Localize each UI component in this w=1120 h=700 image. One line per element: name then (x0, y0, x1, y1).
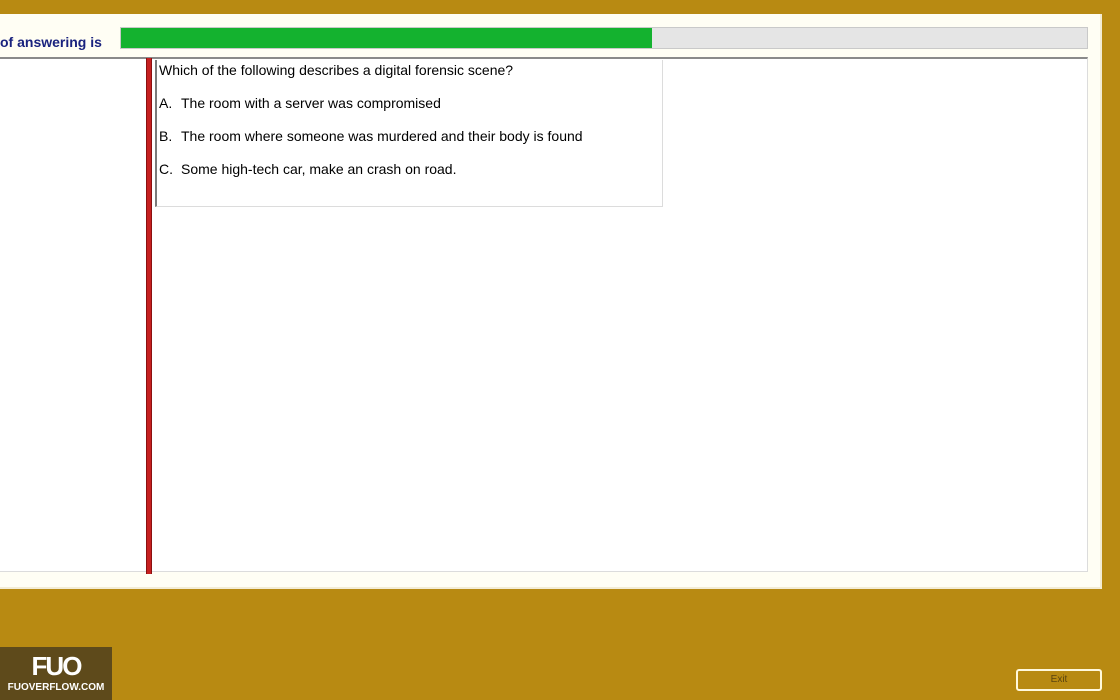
logo-text: FUOVERFLOW.COM (7, 682, 105, 693)
option-text: The room where someone was murdered and … (181, 128, 583, 144)
time-progress-bar (120, 27, 1088, 49)
question-box: Which of the following describes a digit… (155, 60, 663, 207)
watermark-logo: FUO FUOVERFLOW.COM (0, 647, 112, 700)
exit-button[interactable]: Exit (1016, 669, 1102, 691)
option-text: The room with a server was compromised (181, 95, 441, 111)
question-text: Which of the following describes a digit… (159, 62, 514, 78)
option-letter: B. (159, 128, 173, 144)
logo-mark: FUO (31, 651, 83, 681)
option-a: A. The room with a server was compromised (159, 95, 441, 111)
option-b: B. The room where someone was murdered an… (159, 128, 583, 144)
time-progress-fill (121, 28, 653, 48)
option-letter: C. (159, 161, 173, 177)
option-text: Some high-tech car, make an crash on roa… (181, 161, 457, 177)
option-c: C. Some high-tech car, make an crash on r… (159, 161, 456, 177)
question-content-area: Which of the following describes a digit… (0, 57, 1088, 574)
timer-label: of answering is (0, 34, 102, 50)
option-letter: A. (159, 95, 173, 111)
main-panel: of answering is Which of the following d… (0, 14, 1102, 589)
splitter-bar[interactable] (146, 58, 152, 574)
